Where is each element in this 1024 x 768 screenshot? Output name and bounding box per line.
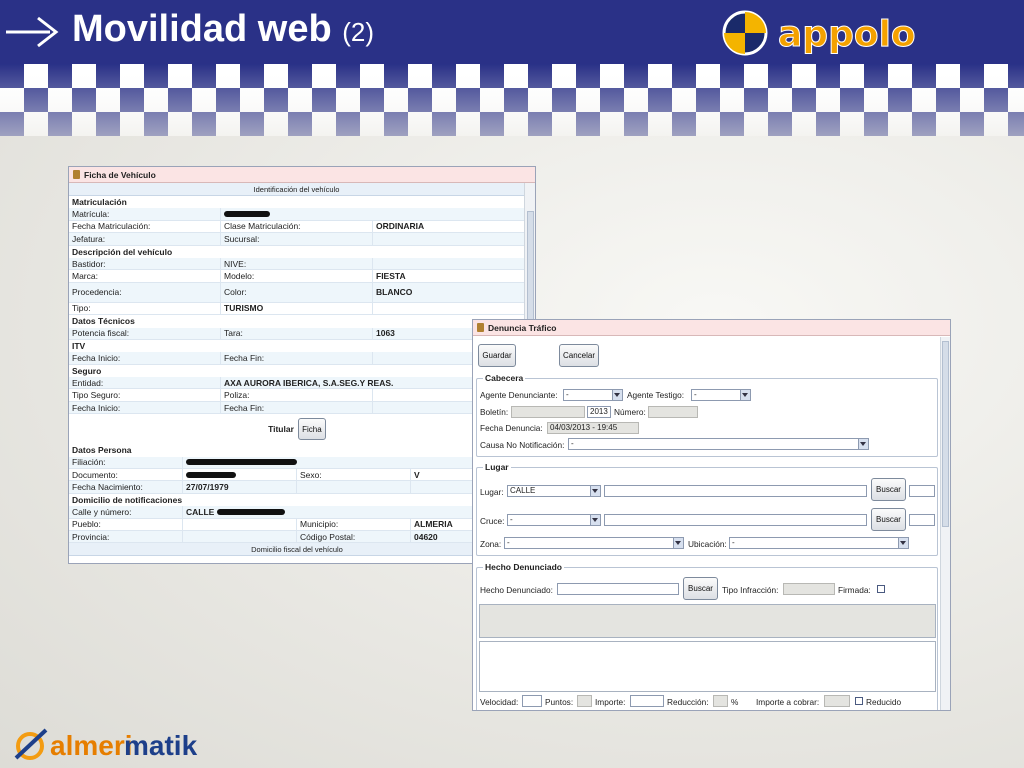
svg-text:almeri: almeri: [50, 730, 133, 761]
buscar-cruce-button[interactable]: Buscar: [871, 508, 906, 531]
redacted-value: [186, 471, 236, 478]
table-row: Calle y número: CALLE: [69, 506, 525, 519]
vehicle-record-window: Ficha de Vehículo Identificación del veh…: [68, 166, 536, 564]
buscar-lugar-button[interactable]: Buscar: [871, 478, 906, 501]
lugar-select[interactable]: CALLE: [507, 485, 601, 497]
cruce-extra-field[interactable]: [909, 514, 935, 526]
slide-title: Movilidad web (2): [72, 8, 375, 50]
firmada-checkbox[interactable]: [877, 585, 885, 593]
vehicle-window-title: Ficha de Vehículo: [84, 169, 156, 180]
arrow-right-icon: [6, 16, 59, 48]
puntos-field[interactable]: [577, 695, 592, 707]
vehicle-id-header: Identificación del vehículo: [69, 183, 524, 196]
observaciones-textarea[interactable]: [479, 641, 936, 692]
agente-denunciante-select[interactable]: -: [563, 389, 623, 401]
reduccion-field[interactable]: [713, 695, 728, 707]
redacted-value: [186, 459, 297, 466]
titular-bar: Titular Ficha: [69, 414, 525, 444]
vehicle-window-titlebar: Ficha de Vehículo: [69, 167, 535, 183]
table-row: Fecha Matriculación: Clase Matriculación…: [69, 220, 525, 234]
zona-select[interactable]: -: [504, 537, 684, 549]
table-row: Procedencia: Color: BLANCO: [69, 282, 525, 303]
document-icon: [477, 323, 484, 332]
numero-field[interactable]: [648, 406, 698, 418]
reducido-checkbox[interactable]: [855, 697, 863, 705]
fecha-denuncia-field[interactable]: 04/03/2013 - 19:45: [547, 422, 639, 434]
table-row: Tipo Seguro: Poliza:: [69, 389, 525, 402]
lugar-extra-field[interactable]: [909, 485, 935, 497]
agente-testigo-select[interactable]: -: [691, 389, 751, 401]
velocidad-field[interactable]: [522, 695, 542, 707]
cancel-button[interactable]: Cancelar: [559, 344, 599, 367]
table-row: Matrícula:: [69, 208, 525, 221]
section-seguro: Seguro: [69, 364, 525, 378]
ubicacion-select[interactable]: -: [729, 537, 909, 549]
titular-label: Titular: [268, 424, 294, 435]
table-row: Fecha Inicio: Fecha Fin:: [69, 401, 525, 415]
boletin-year-field[interactable]: 2013: [587, 406, 611, 418]
importe-field[interactable]: [630, 695, 664, 707]
table-row: Provincia: Código Postal: 04620: [69, 530, 525, 544]
report-window-title: Denuncia Tráfico: [488, 322, 557, 333]
almerimatik-logo: almeri matik: [14, 728, 198, 761]
report-window-titlebar: Denuncia Tráfico: [473, 320, 950, 336]
table-row: Tipo: TURISMO: [69, 302, 525, 316]
fiscal-address-header: Domicilio fiscal del vehículo: [69, 543, 525, 557]
table-row: Jefatura: Sucursal:: [69, 233, 525, 246]
tipo-infraccion-field[interactable]: [783, 583, 835, 595]
document-icon: [73, 170, 80, 179]
table-row: Fecha Nacimiento: 27/07/1979: [69, 481, 525, 494]
section-datos-tecnicos: Datos Técnicos: [69, 315, 525, 328]
redacted-value: [216, 508, 285, 515]
table-row: Filiación:: [69, 456, 525, 470]
table-row: Pueblo: Municipio: ALMERIA: [69, 518, 525, 531]
section-descripcion: Descripción del vehículo: [69, 245, 525, 258]
svg-text:appolo: appolo: [778, 14, 916, 55]
table-row: Fecha Inicio: Fecha Fin:: [69, 352, 525, 365]
boletin-field[interactable]: [511, 406, 585, 418]
vehicle-form-body: Matriculación Matrícula: Fecha Matricula…: [69, 196, 525, 563]
section-matriculacion: Matriculación: [69, 196, 525, 209]
causa-select[interactable]: -: [568, 438, 869, 450]
table-row: Bastidor: NIVE:: [69, 257, 525, 271]
importe-cobrar-field[interactable]: [824, 695, 850, 707]
hecho-description-textarea[interactable]: [479, 604, 936, 638]
redacted-value: [224, 211, 270, 218]
buscar-hecho-button[interactable]: Buscar: [683, 577, 718, 600]
svg-text:matik: matik: [124, 730, 198, 761]
table-row: Potencia fiscal: Tara: 1063: [69, 327, 525, 340]
section-itv: ITV: [69, 339, 525, 353]
hecho-field[interactable]: [557, 583, 679, 595]
ficha-button[interactable]: Ficha: [297, 418, 326, 441]
appolo-logo: appolo: [722, 10, 916, 56]
table-row: Marca: Modelo: FIESTA: [69, 270, 525, 283]
slide-header: Movilidad web (2) appolo: [0, 0, 1024, 66]
traffic-report-window: Denuncia Tráfico Guardar Cancelar Cabece…: [472, 319, 951, 711]
section-datos-persona: Datos Persona: [69, 444, 525, 457]
lugar-text-field[interactable]: [604, 485, 867, 497]
table-row: Entidad: AXA AURORA IBERICA, S.A.SEG.Y R…: [69, 377, 525, 390]
section-domicilio: Domicilio de notificaciones: [69, 493, 525, 507]
scrollbar-thumb[interactable]: [942, 341, 949, 527]
checkered-band: [0, 64, 1024, 136]
cruce-select[interactable]: -: [507, 514, 601, 526]
table-row: Documento: Sexo: V: [69, 469, 525, 482]
save-button[interactable]: Guardar: [478, 344, 516, 367]
cruce-text-field[interactable]: [604, 514, 867, 526]
report-scrollbar[interactable]: [940, 337, 950, 710]
